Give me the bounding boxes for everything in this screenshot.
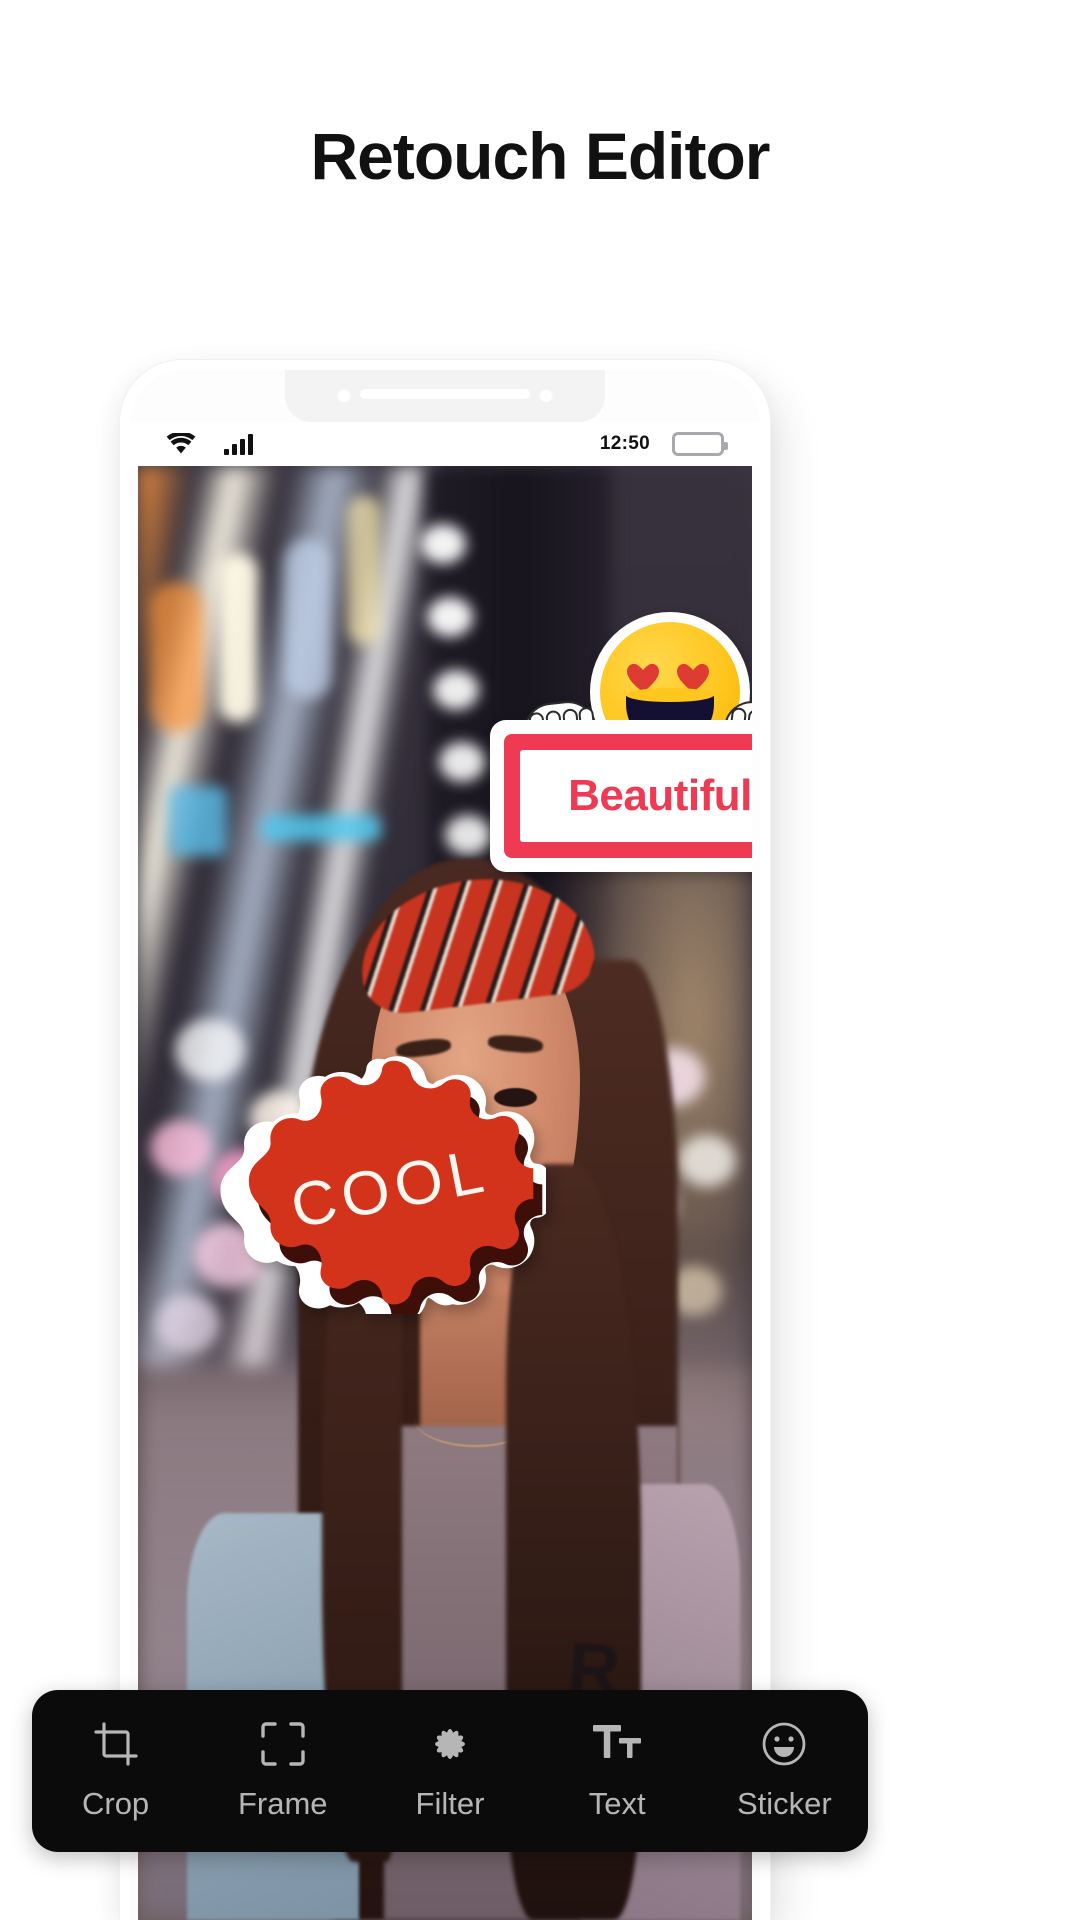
beautiful-sticker-label: Beautiful [568, 771, 752, 820]
toolbar-label-text: Text [588, 1786, 646, 1821]
beautiful-sign-sticker[interactable]: Beautiful [490, 612, 752, 882]
smiley-sticker-icon [760, 1720, 808, 1768]
status-bar: 12:50 [130, 422, 760, 466]
page-title: Retouch Editor [310, 119, 771, 193]
phone-mockup: 12:50 R COOL Beautiful [120, 360, 770, 1920]
text-tt-icon [592, 1720, 642, 1768]
toolbar-label-frame: Frame [237, 1786, 328, 1821]
status-bar-right: 12:50 [599, 432, 728, 456]
toolbar-item-text[interactable]: Text [542, 1720, 692, 1822]
wifi-icon [166, 433, 196, 455]
status-bar-left [166, 433, 253, 455]
crop-icon [93, 1720, 139, 1768]
earpiece-speaker [360, 389, 530, 399]
app-screen: Retouch Editor 12:50 R COOL Beautiful Cr… [0, 0, 1080, 1920]
frame-corners-icon [260, 1720, 306, 1768]
cool-burst-sticker[interactable]: COOL [216, 1054, 546, 1326]
toolbar-label-filter: Filter [415, 1786, 485, 1821]
toolbar-item-crop[interactable]: Crop [41, 1720, 191, 1822]
toolbar-item-sticker[interactable]: Sticker [709, 1720, 859, 1822]
phone-notch [285, 370, 605, 422]
toolbar-label-sticker: Sticker [736, 1786, 832, 1821]
phone-screen: 12:50 R COOL Beautiful [130, 370, 760, 1920]
signal-bars-icon [224, 433, 253, 455]
beautiful-sign-board: Beautiful [490, 720, 752, 872]
status-bar-time: 12:50 [599, 433, 650, 454]
sensor-icon [539, 388, 553, 402]
toolbar-item-frame[interactable]: Frame [208, 1720, 358, 1822]
flower-filter-icon [426, 1720, 474, 1768]
toolbar-item-filter[interactable]: Filter [375, 1720, 525, 1822]
front-camera-icon [337, 388, 351, 402]
battery-full-icon [672, 432, 728, 456]
toolbar-label-crop: Crop [81, 1786, 150, 1821]
editor-toolbar: Crop Frame Filter Text Sticker [32, 1690, 868, 1852]
